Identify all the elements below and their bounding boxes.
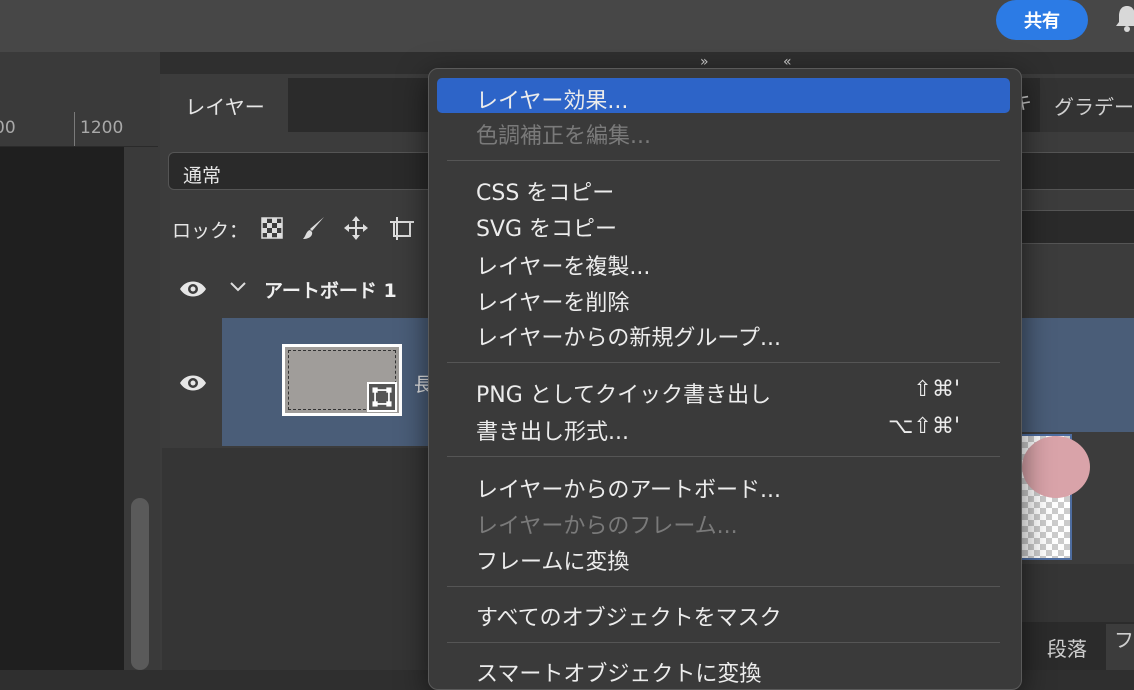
menu-item-convert-to-frame[interactable]: フレームに変換 [476,544,629,576]
artboard-canvas[interactable] [0,147,124,670]
menu-item-group-from-layers[interactable]: レイヤーからの新規グループ... [476,320,781,352]
horizontal-ruler [0,112,158,147]
menu-item-quick-export-png[interactable]: PNG としてクイック書き出し [476,377,771,409]
menu-separator [447,160,1000,161]
menu-item-copy-css[interactable]: CSS をコピー [476,175,614,207]
lock-artboard-icon[interactable] [388,214,416,242]
menu-item-edit-adjustment: 色調補正を編集... [476,124,651,149]
blend-mode-select[interactable]: 通常 [168,152,468,190]
menu-item-artboard-from-layers[interactable]: レイヤーからのアートボード... [476,472,781,504]
vertical-scrollbar[interactable] [131,498,149,670]
menu-separator [447,362,1000,363]
share-button[interactable]: 共有 [996,0,1088,40]
menu-item-copy-svg[interactable]: SVG をコピー [476,211,617,243]
menu-item-mask-all-objects[interactable]: すべてのオブジェクトをマスク [476,600,782,632]
menu-separator [447,456,1000,457]
eye-icon[interactable] [178,276,208,302]
shape-layer-icon [367,382,397,412]
shortcut-quick-export: ⇧⌘' [913,377,960,402]
chevron-down-icon[interactable] [228,276,248,296]
fill-field[interactable] [1020,210,1134,244]
ruler-label: 00 [0,118,16,138]
eye-icon[interactable] [178,370,208,396]
menu-item-frame-from-layers: レイヤーからのフレーム... [476,514,738,539]
lock-transparency-icon[interactable] [258,214,286,242]
artboard-layer-name: アートボード 1 [264,280,397,302]
ruler-label: 1200 [80,118,124,138]
shortcut-export-as: ⌥⇧⌘' [888,414,960,439]
tab-gradient[interactable]: グラデー [1040,78,1134,132]
app-top-bar [0,0,1134,52]
menu-separator [447,642,1000,643]
lock-paint-brush-icon[interactable] [300,214,328,242]
lock-label: ロック： [172,220,249,242]
menu-item-delete-layer[interactable]: レイヤーを削除 [476,285,629,317]
menu-item-convert-to-smart-object[interactable]: スマートオブジェクトに変換 [476,656,761,688]
tab-paragraph[interactable]: 段落 [1028,624,1106,670]
menu-item-duplicate-layer[interactable]: レイヤーを複製... [476,249,650,281]
opacity-field[interactable] [1020,152,1134,190]
tab-partial-right[interactable]: フ [1106,624,1134,670]
lock-move-icon[interactable] [342,214,370,242]
bell-icon[interactable] [1115,4,1134,32]
preview-circle-shape [1022,436,1090,498]
menu-item-export-as[interactable]: 書き出し形式... [476,414,629,446]
menu-separator [447,586,1000,587]
tab-layers[interactable]: レイヤー [162,78,288,132]
menu-item-layer-effects[interactable]: レイヤー効果... [476,83,628,115]
